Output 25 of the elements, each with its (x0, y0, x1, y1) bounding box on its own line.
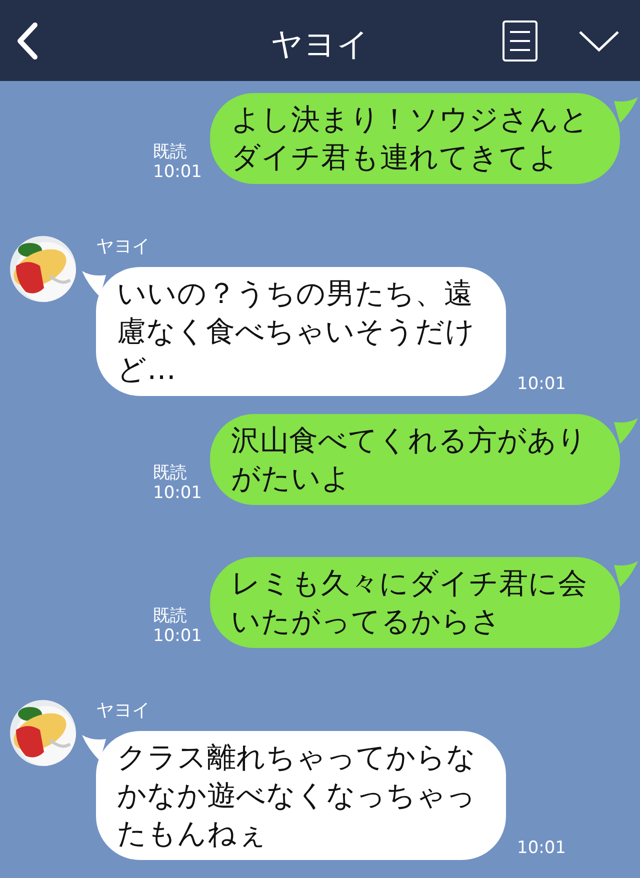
notes-button[interactable] (502, 20, 538, 62)
bubble-tail (82, 735, 106, 761)
read-receipt: 既読 (153, 606, 187, 626)
message-bubble: 沢山食べてくれる方がありがたいよ (210, 414, 620, 505)
read-receipt: 既読 (153, 463, 187, 483)
list-icon (502, 20, 538, 62)
dropdown-button[interactable] (578, 30, 620, 52)
message-time: 10:01 (517, 838, 566, 858)
bubble-tail (614, 561, 638, 587)
sender-name: ヤヨイ (96, 236, 151, 258)
message-time: 10:01 (153, 626, 202, 646)
message-time: 10:01 (153, 483, 202, 503)
chat-title: ヤヨイ (270, 24, 370, 64)
message-bubble: クラス離れちゃってからなかなか遊べなくなっちゃったもんねぇ (96, 731, 506, 860)
message-bubble: レミも久々にダイチ君に会いたがってるからさ (210, 557, 620, 648)
message-time: 10:01 (153, 162, 202, 182)
message-bubble: いいの？うちの男たち、遠慮なく食べちゃいそうだけど… (96, 267, 506, 396)
sender-name: ヤヨイ (96, 700, 151, 722)
bubble-tail (82, 271, 106, 297)
chevron-down-icon (578, 30, 620, 52)
bubble-tail (614, 97, 638, 123)
message-bubble: よし決まり！ソウジさんとダイチ君も連れてきてよ (210, 93, 620, 184)
bubble-tail (614, 418, 638, 444)
message-time: 10:01 (517, 374, 566, 394)
read-receipt: 既読 (153, 142, 187, 162)
